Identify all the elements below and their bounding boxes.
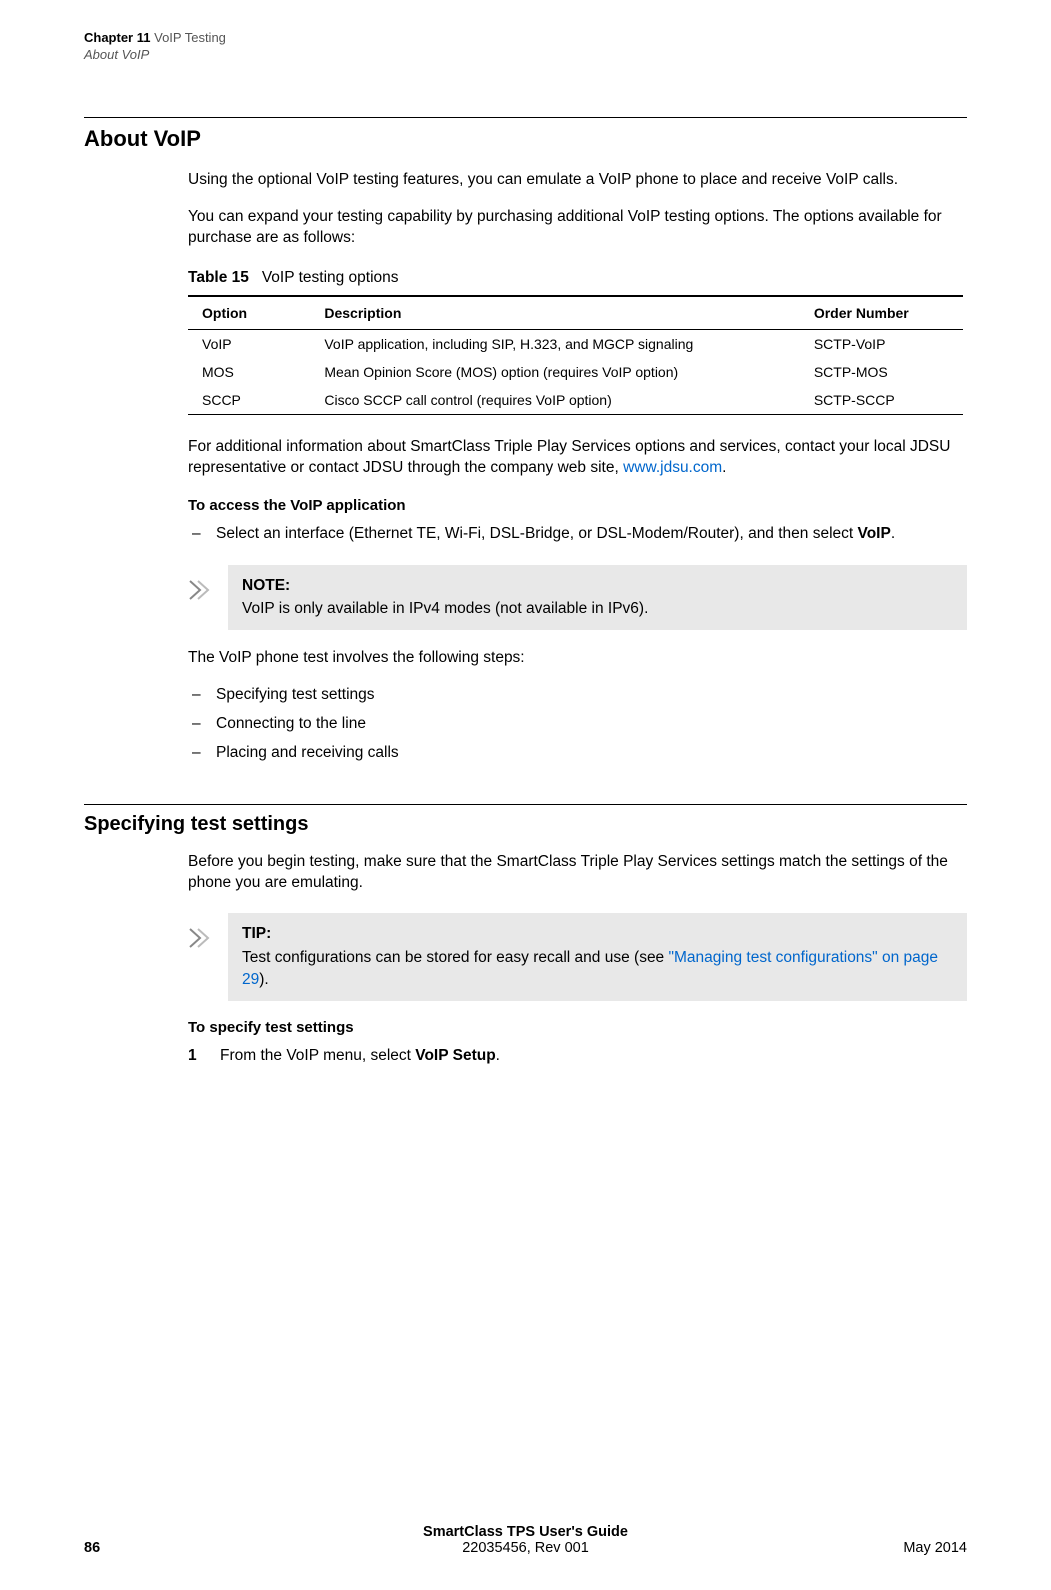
text: Select an interface (Ethernet TE, Wi-Fi,… — [216, 525, 858, 542]
tip-box: TIP: Test configurations can be stored f… — [188, 913, 967, 1000]
note-title: NOTE: — [242, 575, 953, 597]
cell-description: Cisco SCCP call control (requires VoIP o… — [310, 386, 799, 415]
page-header: Chapter 11 VoIP Testing About VoIP — [84, 30, 967, 62]
chapter-number: Chapter 11 — [84, 30, 150, 45]
divider — [84, 804, 967, 805]
text: From the VoIP menu, select — [220, 1047, 415, 1064]
link-jdsu[interactable]: www.jdsu.com — [623, 459, 722, 476]
footer-title: SmartClass TPS User's Guide — [84, 1524, 967, 1540]
footer-date: May 2014 — [903, 1540, 967, 1556]
chevron-right-icon — [188, 565, 228, 606]
paragraph: Before you begin testing, make sure that… — [188, 852, 967, 894]
voip-options-table: Option Description Order Number VoIP VoI… — [188, 295, 963, 415]
table-row: MOS Mean Opinion Score (MOS) option (req… — [188, 358, 963, 386]
text: . — [496, 1047, 500, 1064]
note-body: VoIP is only available in IPv4 modes (no… — [242, 600, 648, 617]
paragraph: For additional information about SmartCl… — [188, 437, 967, 479]
list-item: – Specifying test settings — [188, 685, 967, 706]
subheading-access-voip: To access the VoIP application — [188, 497, 967, 514]
bullet-dash: – — [188, 524, 216, 545]
bullet-dash: – — [188, 743, 216, 764]
page-footer: SmartClass TPS User's Guide 22035456, Re… — [84, 1524, 967, 1556]
list-content: Connecting to the line — [216, 714, 967, 735]
tip-content: TIP: Test configurations can be stored f… — [228, 913, 967, 1000]
cell-order: SCTP-MOS — [800, 358, 963, 386]
paragraph: The VoIP phone test involves the followi… — [188, 648, 967, 669]
paragraph: Using the optional VoIP testing features… — [188, 170, 967, 191]
list-item: – Select an interface (Ethernet TE, Wi-F… — [188, 524, 967, 545]
page-number: 86 — [84, 1540, 100, 1556]
table-caption: Table 15 VoIP testing options — [188, 269, 967, 287]
th-order: Order Number — [800, 296, 963, 330]
step-number: 1 — [188, 1046, 220, 1067]
th-option: Option — [188, 296, 310, 330]
chapter-title: VoIP Testing — [154, 30, 226, 45]
list-content: Specifying test settings — [216, 685, 967, 706]
bullet-dash: – — [188, 714, 216, 735]
th-description: Description — [310, 296, 799, 330]
chevron-right-icon — [188, 913, 228, 954]
list-content: From the VoIP menu, select VoIP Setup. — [220, 1046, 967, 1067]
heading-about-voip: About VoIP — [84, 126, 967, 152]
note-box: NOTE: VoIP is only available in IPv4 mod… — [188, 565, 967, 630]
bold-text: VoIP Setup — [415, 1047, 495, 1064]
heading-specifying-settings: Specifying test settings — [84, 813, 967, 836]
tip-title: TIP: — [242, 923, 953, 945]
section-name: About VoIP — [84, 47, 967, 62]
tip-body-post: ). — [259, 971, 268, 988]
list-content: Placing and receiving calls — [216, 743, 967, 764]
subheading-specify-settings: To specify test settings — [188, 1019, 967, 1036]
note-content: NOTE: VoIP is only available in IPv4 mod… — [228, 565, 967, 630]
cell-description: Mean Opinion Score (MOS) option (require… — [310, 358, 799, 386]
cell-option: VoIP — [188, 329, 310, 358]
table-number: Table 15 — [188, 269, 249, 286]
text: . — [891, 525, 895, 542]
list-item: 1 From the VoIP menu, select VoIP Setup. — [188, 1046, 967, 1067]
cell-description: VoIP application, including SIP, H.323, … — [310, 329, 799, 358]
cell-option: SCCP — [188, 386, 310, 415]
table-title: VoIP testing options — [262, 269, 399, 286]
cell-option: MOS — [188, 358, 310, 386]
footer-doc: 22035456, Rev 001 — [84, 1540, 967, 1556]
text: For additional information about SmartCl… — [188, 438, 950, 476]
list-item: – Placing and receiving calls — [188, 743, 967, 764]
list-item: – Connecting to the line — [188, 714, 967, 735]
chapter-line: Chapter 11 VoIP Testing — [84, 30, 967, 45]
paragraph: You can expand your testing capability b… — [188, 207, 967, 249]
list-content: Select an interface (Ethernet TE, Wi-Fi,… — [216, 524, 967, 545]
text: . — [722, 459, 726, 476]
tip-body-pre: Test configurations can be stored for ea… — [242, 949, 669, 966]
cell-order: SCTP-VoIP — [800, 329, 963, 358]
bold-text: VoIP — [858, 525, 891, 542]
table-row: VoIP VoIP application, including SIP, H.… — [188, 329, 963, 358]
cell-order: SCTP-SCCP — [800, 386, 963, 415]
table-row: SCCP Cisco SCCP call control (requires V… — [188, 386, 963, 415]
bullet-dash: – — [188, 685, 216, 706]
divider — [84, 117, 967, 118]
